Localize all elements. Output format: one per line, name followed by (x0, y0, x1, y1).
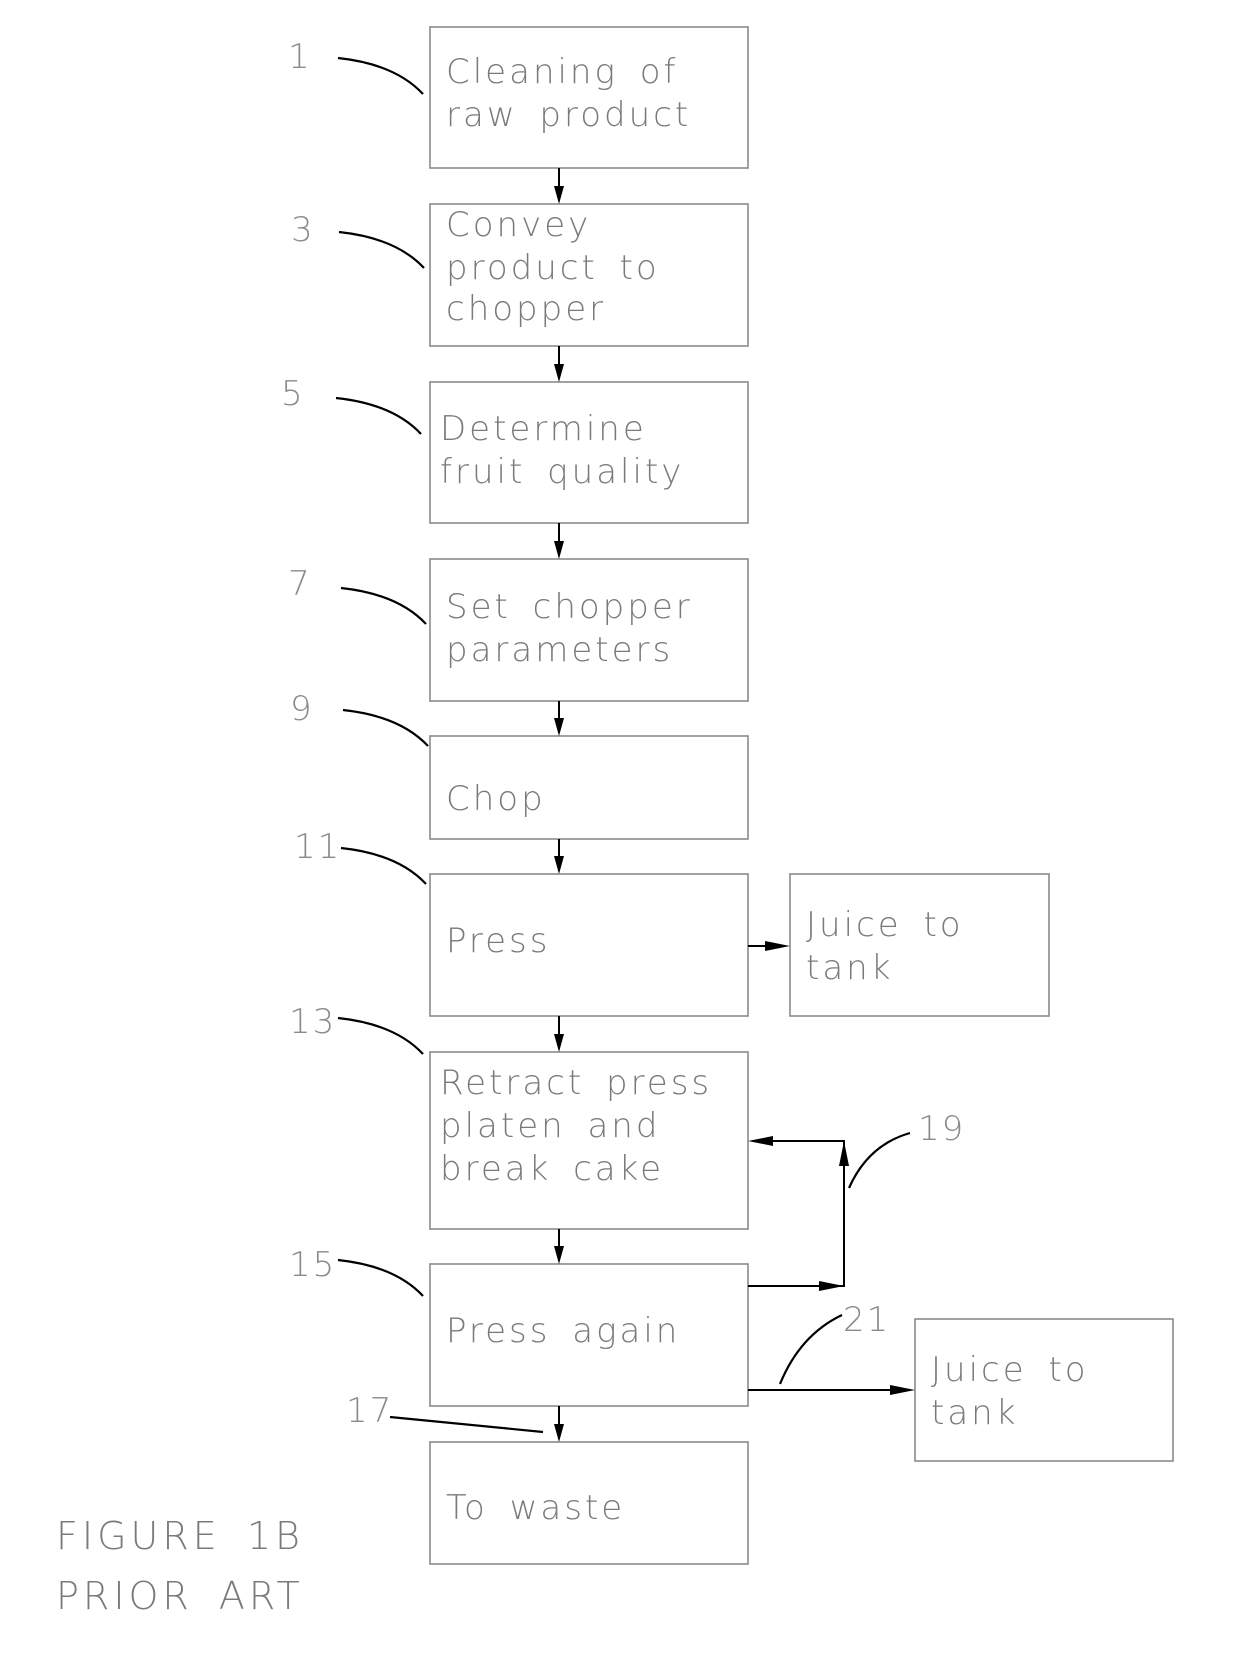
flow-arrow-1-3 (554, 168, 564, 204)
step-box-press: Press (429, 873, 749, 1017)
step-text-line: chopper (446, 289, 606, 329)
leader-line-13 (337, 1016, 424, 1055)
arrowhead-icon (554, 856, 564, 874)
output-text-line: tank (806, 948, 893, 988)
step-box-set-chopper: Set chopper parameters (429, 558, 749, 702)
flow-loop-press-again-to-retract (748, 1136, 849, 1291)
step-text-line: Press again (446, 1311, 680, 1351)
output-box-border (789, 873, 1050, 1017)
arrowhead-icon (765, 941, 790, 951)
step-text-line: Convey (446, 205, 591, 245)
output-text-line: Juice to (931, 1350, 1089, 1390)
step-text-line: fruit quality (440, 452, 684, 492)
leader-line-3 (338, 230, 425, 269)
step-box-convey: Convey product to chopper (429, 203, 749, 347)
output-text-line: Juice to (806, 905, 964, 945)
leader-line-1 (337, 56, 424, 95)
arrowhead-icon (890, 1385, 915, 1395)
flow-arrow-press-again-to-juice (748, 1385, 915, 1395)
output-box-border (914, 1318, 1174, 1462)
step-box-cleaning: Cleaning of raw product (429, 26, 749, 169)
arrowhead-icon (839, 1141, 849, 1166)
step-text-line: Cleaning of (446, 52, 678, 92)
flow-arrow-9-11 (554, 839, 564, 874)
leader-line-9 (342, 708, 429, 747)
output-box-juice-to-tank-1: Juice to tank (789, 873, 1050, 1017)
step-text-line: Chop (446, 779, 546, 819)
flow-arrow-15-17 (554, 1406, 564, 1442)
step-box-press-again: Press again (429, 1263, 749, 1407)
arrowhead-icon (554, 1424, 564, 1442)
leader-line-15 (337, 1258, 424, 1297)
arrowhead-icon (819, 1281, 844, 1291)
leader-line-7 (340, 586, 427, 625)
arrowhead-icon (554, 541, 564, 559)
step-text-line: Retract press (440, 1063, 712, 1103)
ref-label-19: 19 (918, 1109, 965, 1149)
flow-arrow-13-15 (554, 1229, 564, 1264)
figure-caption: FIGURE 1B (56, 1514, 304, 1558)
ref-label-21: 21 (843, 1300, 890, 1340)
arrowhead-icon (748, 1136, 773, 1146)
leader-line-17 (389, 1415, 544, 1434)
step-text-line: raw product (446, 95, 691, 135)
output-text-line: tank (931, 1393, 1018, 1433)
step-box-determine-quality: Determine fruit quality (429, 381, 749, 524)
step-box-chop: Chop (429, 735, 749, 840)
ref-label-3: 3 (291, 210, 315, 250)
ref-label-15: 15 (289, 1245, 336, 1285)
arrowhead-icon (554, 718, 564, 736)
leader-line-19 (847, 1131, 911, 1189)
step-text-line: product to (446, 248, 660, 288)
step-box-retract-press: Retract press platen and break cake (429, 1051, 749, 1230)
flow-arrow-press-to-juice (748, 941, 790, 951)
step-text-line: Determine (440, 409, 647, 449)
arrowhead-icon (554, 1034, 564, 1052)
step-box-to-waste: To waste (429, 1441, 749, 1565)
flowchart-canvas: Cleaning of raw product Convey product t… (56, 26, 1174, 1618)
output-box-juice-to-tank-2: Juice to tank (914, 1318, 1174, 1462)
step-text-line: Set chopper (446, 587, 693, 627)
flow-arrow-5-7 (554, 523, 564, 559)
ref-label-13: 13 (289, 1002, 336, 1042)
ref-label-1: 1 (288, 37, 312, 77)
arrowhead-icon (554, 364, 564, 382)
arrowhead-icon (554, 1246, 564, 1264)
step-text-line: parameters (446, 630, 673, 670)
step-text-line: Press (446, 921, 550, 961)
flow-arrow-11-13 (554, 1016, 564, 1052)
step-text-line: To waste (446, 1488, 625, 1528)
leader-line-21 (778, 1314, 843, 1385)
flow-arrow-7-9 (554, 701, 564, 736)
step-text-line: break cake (440, 1149, 664, 1189)
ref-label-17: 17 (346, 1391, 393, 1431)
figure-subcaption: PRIOR ART (56, 1574, 304, 1618)
ref-label-11: 11 (294, 827, 341, 867)
flow-arrow-3-5 (554, 346, 564, 382)
ref-label-9: 9 (290, 689, 314, 729)
leader-line-11 (340, 846, 427, 885)
ref-label-7: 7 (288, 564, 312, 604)
arrowhead-icon (554, 186, 564, 204)
ref-label-5: 5 (281, 374, 305, 414)
step-text-line: platen and (440, 1106, 660, 1146)
leader-line-5 (335, 396, 422, 435)
